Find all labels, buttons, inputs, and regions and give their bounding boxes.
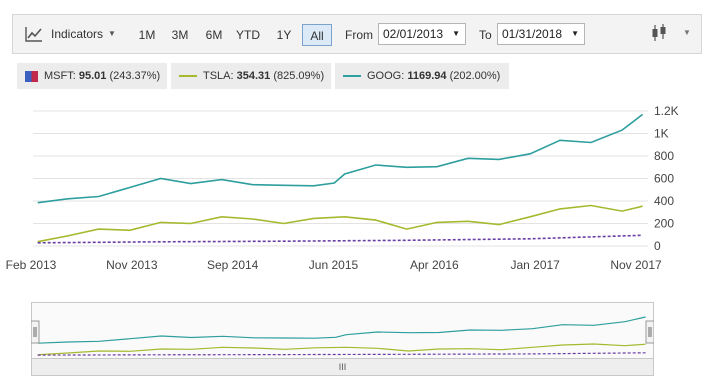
to-date-picker[interactable]: 01/31/2018 ▼	[497, 23, 585, 45]
y-tick-label: 0	[654, 239, 661, 253]
from-date-picker[interactable]: 02/01/2013 ▼	[378, 23, 466, 45]
from-date-value: 02/01/2013	[383, 27, 444, 41]
y-tick-label: 600	[654, 172, 674, 186]
range-3m-button[interactable]: 3M	[166, 24, 194, 46]
y-tick-label: 200	[654, 217, 674, 231]
line-chart-icon	[25, 27, 42, 42]
to-date-value: 01/31/2018	[502, 27, 563, 41]
from-label: From	[345, 28, 373, 42]
price-chart[interactable]: 0 200 400 600 800 1K 1.2K Feb 2013 Nov 2013 Sep …	[0, 95, 713, 285]
indicators-label: Indicators	[51, 27, 104, 41]
y-tick-label: 1K	[654, 127, 669, 141]
msft-swatch	[25, 70, 38, 82]
chart-type-dropdown[interactable]: ▼	[651, 23, 691, 43]
tsla-value: 354.31	[236, 70, 271, 82]
chevron-down-icon: ▼	[683, 28, 691, 37]
goog-change: (202.00%)	[449, 70, 501, 82]
x-tick-label: Feb 2013	[6, 258, 57, 272]
series-line-msft	[37, 234, 643, 244]
tsla-change: (825.09%)	[273, 70, 325, 82]
msft-change: (243.37%)	[109, 70, 161, 82]
goog-name: GOOG:	[367, 70, 405, 82]
x-tick-label: Nov 2017	[610, 258, 662, 272]
chevron-down-icon: ▼	[452, 29, 460, 38]
y-axis: 0 200 400 600 800 1K 1.2K	[654, 104, 679, 253]
legend-item-goog: GOOG: 1169.94 (202.00%)	[335, 63, 509, 89]
range-navigator[interactable]: III	[30, 302, 655, 376]
chevron-down-icon: ▼	[571, 29, 579, 38]
x-tick-label: Sep 2014	[207, 258, 259, 272]
indicators-dropdown[interactable]: Indicators ▼	[25, 24, 116, 44]
navigator-scrollbar[interactable]: III	[31, 359, 654, 376]
y-tick-label: 400	[654, 194, 674, 208]
msft-name: MSFT:	[44, 70, 76, 82]
x-axis: Feb 2013 Nov 2013 Sep 2014 Jun 2015 Apr 2016…	[6, 258, 662, 272]
to-label: To	[479, 28, 492, 42]
x-tick-label: Jan 2017	[510, 258, 560, 272]
y-tick-label: 1.2K	[654, 104, 679, 118]
x-tick-label: Jun 2015	[309, 258, 359, 272]
chevron-down-icon: ▼	[108, 29, 116, 38]
legend-item-msft: MSFT: 95.01 (243.37%)	[17, 63, 167, 89]
scrollbar-grip-icon: III	[338, 362, 347, 372]
y-tick-label: 800	[654, 149, 674, 163]
toolbar: Indicators ▼ 1M 3M 6M YTD 1Y All From 02…	[12, 14, 702, 54]
range-6m-button[interactable]: 6M	[200, 24, 228, 46]
range-all-button[interactable]: All	[302, 24, 332, 46]
x-tick-label: Nov 2013	[106, 258, 158, 272]
x-tick-label: Apr 2016	[410, 258, 459, 272]
goog-swatch	[343, 75, 361, 78]
series-line-goog	[37, 113, 644, 204]
legend-item-tsla: TSLA: 354.31 (825.09%)	[171, 63, 331, 89]
tsla-name: TSLA:	[203, 70, 234, 82]
msft-value: 95.01	[78, 70, 107, 82]
tsla-swatch	[179, 75, 197, 78]
range-1m-button[interactable]: 1M	[133, 24, 161, 46]
range-ytd-button[interactable]: YTD	[232, 24, 264, 46]
candlestick-icon	[652, 24, 666, 41]
range-1y-button[interactable]: 1Y	[270, 24, 298, 46]
goog-value: 1169.94	[407, 70, 447, 82]
